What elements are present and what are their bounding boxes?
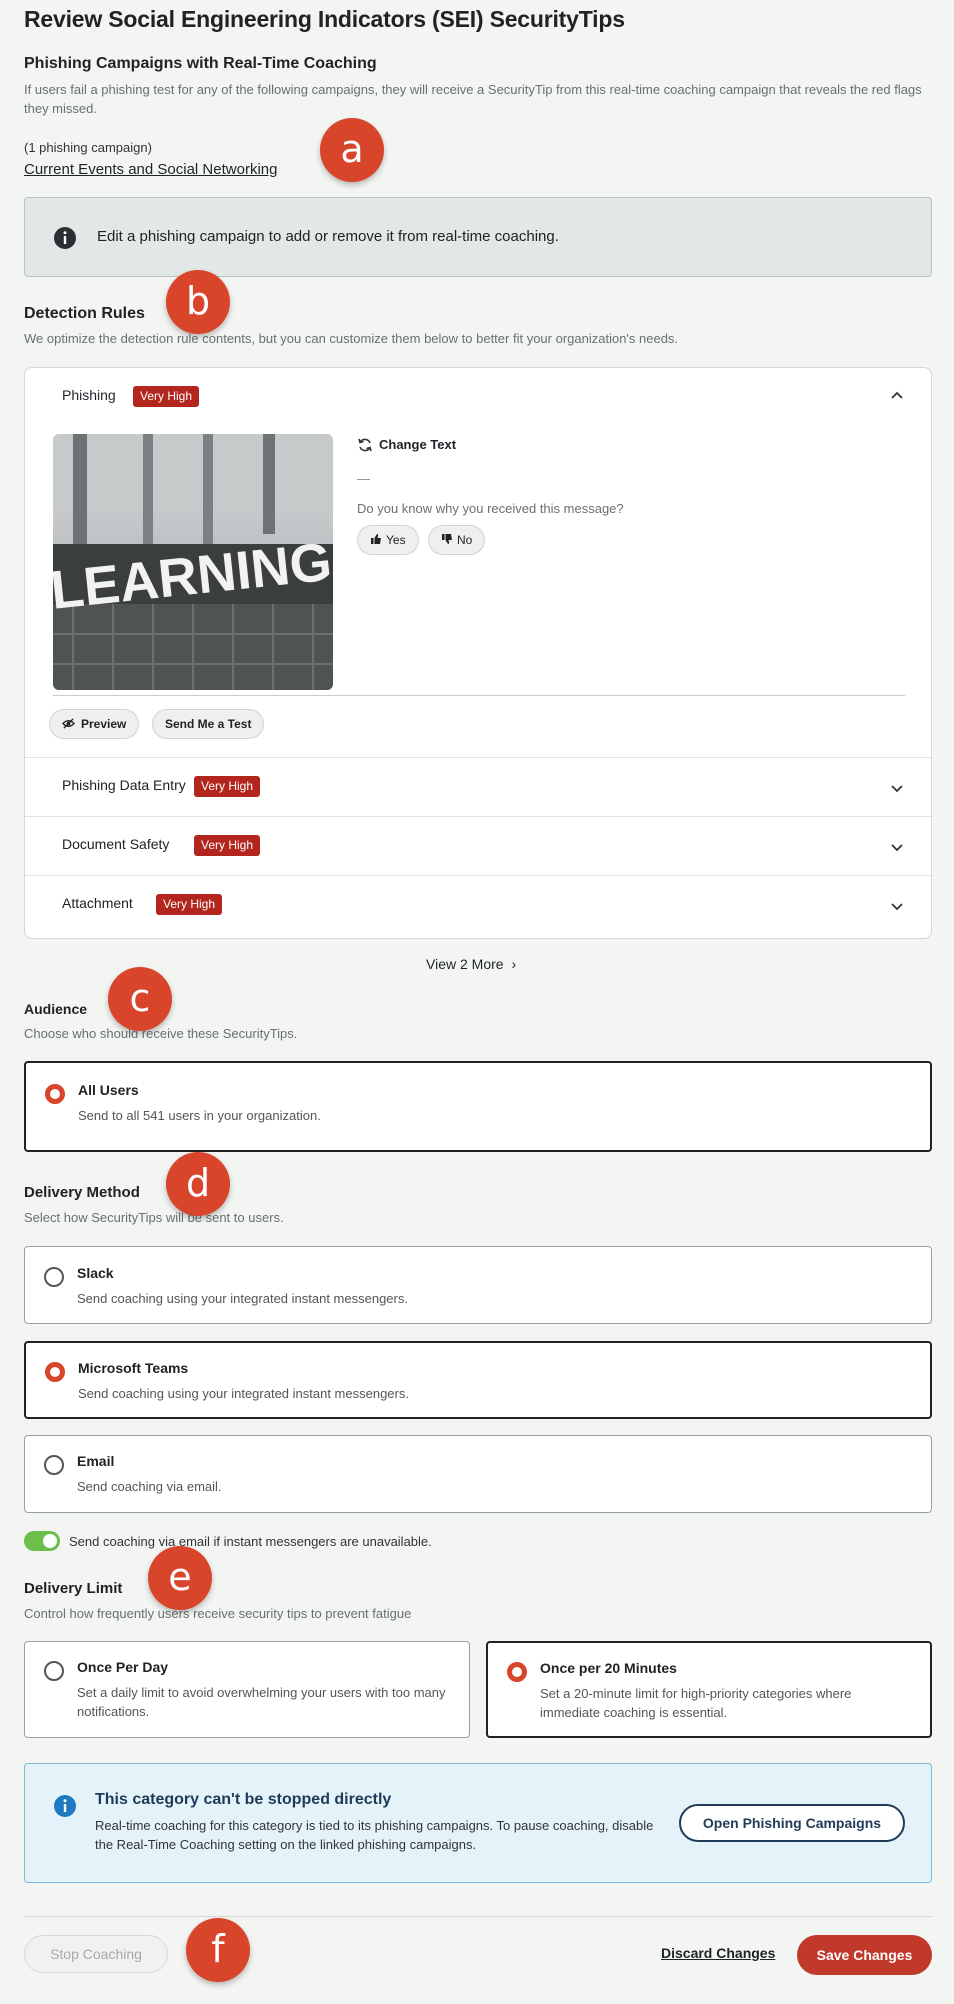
annotation-marker-d: d: [166, 1152, 230, 1216]
limit-option-once-per-20-minutes[interactable]: Once per 20 Minutes Set a 20-minute limi…: [486, 1641, 932, 1738]
no-label: No: [457, 533, 473, 547]
message-dash: —: [357, 471, 370, 486]
rule-document-safety[interactable]: Document Safety Very High: [25, 816, 931, 875]
phishing-campaigns-heading: Phishing Campaigns with Real-Time Coachi…: [24, 55, 377, 72]
detection-rules-description: We optimize the detection rule contents,…: [24, 331, 679, 346]
detection-rules-heading: Detection Rules: [24, 305, 145, 322]
preview-label: Preview: [81, 717, 127, 731]
annotation-marker-e: e: [148, 1546, 212, 1610]
option-description: Send coaching using your integrated inst…: [77, 1291, 408, 1306]
chevron-down-icon[interactable]: [889, 898, 905, 914]
option-label: Email: [77, 1453, 115, 1469]
page-title: Review Social Engineering Indicators (SE…: [24, 6, 625, 32]
email-fallback-toggle[interactable]: [24, 1531, 60, 1551]
campaign-count: (1 phishing campaign): [24, 140, 152, 155]
phishing-campaigns-description: If users fail a phishing test for any of…: [24, 82, 922, 116]
once-per-day-radio[interactable]: [44, 1661, 64, 1681]
rule-name: Document Safety: [62, 836, 170, 852]
annotation-marker-a: a: [320, 118, 384, 182]
learning-image: LEARNING: [53, 434, 333, 690]
stop-coaching-button[interactable]: Stop Coaching: [24, 1935, 168, 1973]
detection-rules-accordion: Phishing Very High LEARNING Change Text …: [24, 367, 932, 939]
delivery-method-heading: Delivery Method: [24, 1184, 140, 1201]
rule-name: Attachment: [62, 895, 133, 911]
discard-changes-button[interactable]: Discard Changes: [661, 1945, 775, 1961]
annotation-marker-b: b: [166, 270, 230, 334]
view-more-link[interactable]: View 2 More ›: [426, 956, 516, 972]
thumbs-up-icon: [371, 534, 381, 544]
coaching-question: Do you know why you received this messag…: [357, 501, 624, 516]
thumbs-down-icon: [442, 534, 452, 544]
option-label: All Users: [78, 1082, 139, 1098]
option-description: Send to all 541 users in your organizati…: [78, 1108, 321, 1123]
option-description: Set a daily limit to avoid overwhelming …: [77, 1685, 446, 1719]
option-label: Microsoft Teams: [78, 1360, 189, 1376]
delivery-option-slack[interactable]: Slack Send coaching using your integrate…: [24, 1246, 932, 1324]
option-label: Slack: [77, 1265, 114, 1281]
no-button[interactable]: No: [428, 525, 486, 555]
info-icon: [54, 227, 76, 249]
audience-radio[interactable]: [45, 1084, 65, 1104]
alert-title: This category can't be stopped directly: [95, 1791, 392, 1808]
delivery-option-microsoft-teams[interactable]: Microsoft Teams Send coaching using your…: [24, 1341, 932, 1419]
audience-description: Choose who should receive these Security…: [24, 1026, 298, 1041]
view-more-label: View 2 More: [426, 956, 504, 972]
delivery-limit-heading: Delivery Limit: [24, 1580, 123, 1597]
rule-attachment[interactable]: Attachment Very High: [25, 875, 931, 938]
option-label: Once Per Day: [77, 1659, 169, 1675]
alert-body: Real-time coaching for this category is …: [95, 1818, 654, 1852]
chevron-down-icon[interactable]: [889, 780, 905, 796]
yes-button[interactable]: Yes: [357, 525, 419, 555]
footer-divider: [24, 1916, 932, 1917]
campaign-link[interactable]: Current Events and Social Networking: [24, 161, 277, 178]
limit-option-once-per-day[interactable]: Once Per Day Set a daily limit to avoid …: [24, 1641, 470, 1738]
severity-badge: Very High: [133, 386, 200, 407]
open-phishing-campaigns-button[interactable]: Open Phishing Campaigns: [679, 1804, 905, 1842]
rule-name: Phishing: [62, 387, 116, 403]
divider: [53, 695, 905, 696]
slack-radio[interactable]: [44, 1267, 64, 1287]
delivery-method-description: Select how SecurityTips will be sent to …: [24, 1210, 284, 1225]
yes-label: Yes: [386, 533, 406, 547]
rule-name: Phishing Data Entry: [62, 777, 186, 793]
option-description: Set a 20-minute limit for high-priority …: [540, 1686, 852, 1720]
chevron-right-icon: ›: [511, 956, 517, 972]
send-test-button[interactable]: Send Me a Test: [152, 709, 265, 739]
change-text-button[interactable]: Change Text: [379, 437, 456, 452]
email-fallback-label: Send coaching via email if instant messe…: [69, 1534, 432, 1549]
info-icon: [54, 1795, 76, 1817]
once-per-20-radio[interactable]: [507, 1662, 527, 1682]
delivery-option-email[interactable]: Email Send coaching via email.: [24, 1435, 932, 1513]
email-radio[interactable]: [44, 1455, 64, 1475]
annotation-marker-f: f: [186, 1918, 250, 1982]
save-changes-button[interactable]: Save Changes: [797, 1935, 932, 1975]
eye-off-icon: [62, 718, 75, 729]
chevron-down-icon[interactable]: [889, 839, 905, 855]
option-description: Send coaching via email.: [77, 1479, 222, 1494]
rule-phishing-data-entry[interactable]: Phishing Data Entry Very High: [25, 757, 931, 816]
preview-button[interactable]: Preview: [49, 709, 140, 739]
edit-campaign-info: Edit a phishing campaign to add or remov…: [24, 197, 932, 277]
annotation-marker-c: c: [108, 967, 172, 1031]
chevron-up-icon[interactable]: [889, 388, 905, 404]
cannot-stop-alert: This category can't be stopped directly …: [24, 1763, 932, 1883]
severity-badge: Very High: [156, 894, 223, 915]
severity-badge: Very High: [194, 835, 261, 856]
rule-phishing-expanded: Phishing Very High LEARNING Change Text …: [25, 368, 931, 758]
option-description: Send coaching using your integrated inst…: [78, 1386, 409, 1401]
refresh-icon[interactable]: [357, 437, 373, 453]
info-text: Edit a phishing campaign to add or remov…: [97, 228, 559, 245]
option-label: Once per 20 Minutes: [540, 1660, 677, 1676]
severity-badge: Very High: [194, 776, 261, 797]
teams-radio[interactable]: [45, 1362, 65, 1382]
delivery-limit-description: Control how frequently users receive sec…: [24, 1606, 412, 1621]
audience-heading: Audience: [24, 1001, 88, 1017]
audience-option-all-users[interactable]: All Users Send to all 541 users in your …: [24, 1061, 932, 1152]
